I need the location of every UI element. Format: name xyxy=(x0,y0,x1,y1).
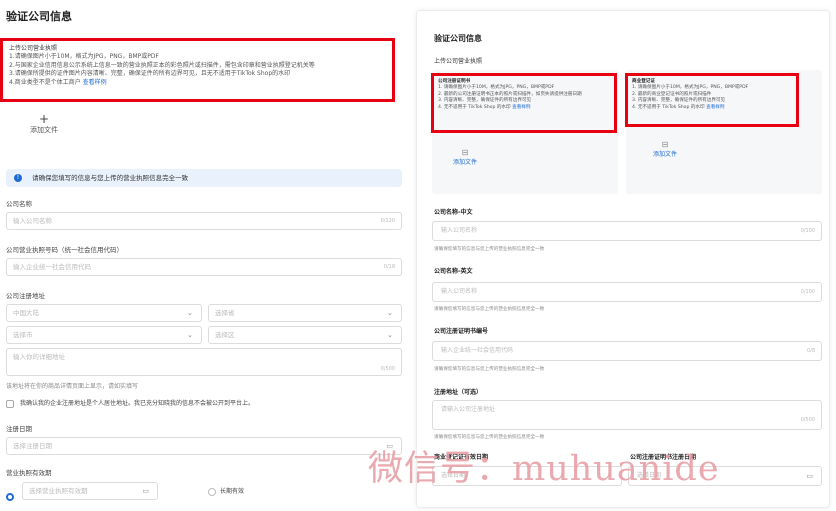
chevron-down-icon: ⌄ xyxy=(387,309,393,317)
add-file-label: 添加文件 xyxy=(452,159,477,166)
country-select[interactable]: 中国大陆 ⌄ xyxy=(6,304,202,322)
company-cert-requirements-highlight: 公司注册证明书 1. 请确保图片小于10M，格式为JPG，PNG，BMP或PDF… xyxy=(431,73,617,133)
city-select[interactable]: 选择市 ⌄ xyxy=(6,326,202,344)
business-reg-requirements-highlight: 商业登记证 1. 请确保图片小于10M，格式为JPG，PNG，BMP或PDF 2… xyxy=(625,73,799,127)
license-requirements-highlight: 上传公司营业执照 1.请确保图片小于10M，格式为JPG，PNG，BMP或PDF… xyxy=(0,38,395,102)
name-cn-input[interactable]: 输入公司名称 0/100 xyxy=(432,221,822,241)
name-cn-hint: 请确保您填写的信息与您上传的营业执照信息完全一致 xyxy=(434,247,545,252)
province-placeholder: 选择省 xyxy=(215,309,235,317)
residential-confirm-row[interactable]: 我确认我的企业注册地址是个人居住地址。我已充分知晓我的信息不会被公开到平台上。 xyxy=(6,398,254,408)
requirement-line: 4.商业类型不是个体工商户 xyxy=(9,78,81,86)
char-counter: 0/500 xyxy=(800,417,815,423)
image-icon: ⊟ xyxy=(661,140,669,149)
requirement-line: 4. 无不适用于 TikTok Shop 的水印 xyxy=(632,104,705,110)
page-title: 验证公司信息 xyxy=(6,10,72,23)
company-name-input[interactable]: 输入公司名称 0/120 xyxy=(6,212,402,230)
confirm-text: 我确认我的企业注册地址是个人居住地址。我已充分知晓我的信息不会被公开到平台上。 xyxy=(20,400,255,407)
add-file-label: 添加文件 xyxy=(30,126,58,134)
district-select[interactable]: 选择区 ⌄ xyxy=(208,326,402,344)
country-value: 中国大陆 xyxy=(13,309,39,317)
reg-no-input[interactable]: 输入企业统一社会信用代码 0/8 xyxy=(432,341,822,361)
char-counter: 0/8 xyxy=(806,348,815,354)
notice-text: 请确保您填写的信息与您上传的营业执照信息完全一致 xyxy=(32,174,189,182)
address-input[interactable]: 请输入公司注册地址 0/500 xyxy=(432,400,822,430)
name-en-hint: 请确保您填写的信息与您上传的营业执照信息完全一致 xyxy=(434,307,545,312)
reg-no-placeholder: 输入企业统一社会信用代码 xyxy=(441,347,514,354)
validity-date-radio[interactable] xyxy=(6,486,14,505)
image-icon: ⊟ xyxy=(461,148,469,157)
plus-icon: + xyxy=(38,112,50,126)
name-cn-label: 公司名称-中文 xyxy=(434,209,473,216)
reg-date-label: 注册日期 xyxy=(6,425,32,433)
char-counter: 0/500 xyxy=(380,366,395,372)
address-hint: 该地址将在你的商品详情页面上显示，请如实填写 xyxy=(6,383,139,390)
confirm-checkbox[interactable] xyxy=(6,399,14,408)
name-en-label: 公司名称-英文 xyxy=(434,268,473,275)
radio-selected-icon xyxy=(6,492,14,501)
add-file-label: 添加文件 xyxy=(652,151,677,158)
long-term-option[interactable]: 长期有效 xyxy=(208,486,244,496)
chevron-down-icon: ⌄ xyxy=(187,309,193,317)
company-cert-upload-button[interactable]: ⊟ 添加文件 xyxy=(440,148,490,166)
name-en-input[interactable]: 输入公司名称 0/100 xyxy=(432,282,822,302)
info-icon: ! xyxy=(14,174,22,182)
char-counter: 0/100 xyxy=(800,228,815,234)
chevron-down-icon: ⌄ xyxy=(387,331,393,339)
panel-title: 验证公司信息 xyxy=(434,34,482,43)
credit-code-placeholder: 输入企业统一社会信用代码 xyxy=(13,263,91,271)
calendar-icon: ▭ xyxy=(142,487,149,495)
calendar-icon: ▭ xyxy=(806,472,813,480)
char-counter: 0/100 xyxy=(800,289,815,295)
address-label: 注册地址（可选） xyxy=(434,389,483,396)
watermark-text: 微信号：muhuanide xyxy=(368,449,720,489)
credit-code-label: 公司营业执照号码（统一社会信用代码） xyxy=(6,246,123,254)
address-label: 公司注册地址 xyxy=(6,292,45,300)
view-sample-link[interactable]: 查看样例 xyxy=(706,105,724,110)
view-sample-link[interactable]: 查看样例 xyxy=(512,105,530,110)
chevron-down-icon: ⌄ xyxy=(187,331,193,339)
validity-label: 营业执照有效期 xyxy=(6,469,52,477)
name-cn-placeholder: 输入公司名称 xyxy=(441,227,478,234)
company-name-placeholder: 输入公司名称 xyxy=(13,217,52,225)
company-name-label: 公司名称 xyxy=(6,200,32,208)
requirement-line: 4. 无不适用于 TikTok Shop 的水印 xyxy=(438,104,511,110)
add-file-button[interactable]: + 添加文件 xyxy=(14,113,74,153)
char-counter: 0/18 xyxy=(383,264,395,270)
char-counter: 0/120 xyxy=(380,218,395,224)
long-term-label: 长期有效 xyxy=(220,488,245,495)
view-sample-link[interactable]: 查看样例 xyxy=(83,79,107,86)
validity-date-picker[interactable]: 选择营业执照有效期 ▭ xyxy=(22,482,158,500)
requirement-line: 2.与国家企业信用信息公示系统上信息一致的营业执照正本的彩色照片或扫描件，需包含… xyxy=(9,61,315,69)
city-placeholder: 选择市 xyxy=(13,331,33,339)
business-reg-upload-button[interactable]: ⊟ 添加文件 xyxy=(640,140,690,158)
credit-code-input[interactable]: 输入企业统一社会信用代码 0/18 xyxy=(6,258,402,276)
info-notice: ! 请确保您填写的信息与您上传的营业执照信息完全一致 xyxy=(6,169,402,187)
name-en-placeholder: 输入公司名称 xyxy=(441,288,478,295)
district-placeholder: 选择区 xyxy=(215,331,235,339)
requirement-line: 3.请确保所提供的证件图片内容清晰、完整，确保证件的所有边界可见，且无不适用于T… xyxy=(9,70,291,78)
address-placeholder: 请输入公司注册地址 xyxy=(441,406,496,413)
radio-unselected-icon xyxy=(208,487,216,496)
reg-no-label: 公司注册证明书编号 xyxy=(434,328,489,335)
panel-subtitle: 上传公司营业执照 xyxy=(434,58,483,65)
requirement-line: 1.请确保图片小于10M，格式为JPG，PNG，BMP或PDF xyxy=(9,53,159,61)
reg-date-placeholder: 选择注册日期 xyxy=(13,442,52,450)
province-select[interactable]: 选择省 ⌄ xyxy=(208,304,402,322)
address-detail-input[interactable]: 输入你的详细地址 0/500 xyxy=(6,348,402,376)
reg-no-hint: 请确保您填写的信息与您上传的营业执照信息完全一致 xyxy=(434,367,545,372)
validity-placeholder: 选择营业执照有效期 xyxy=(29,487,88,495)
address-detail-placeholder: 输入你的详细地址 xyxy=(13,353,65,361)
reg-date-picker[interactable]: 选择注册日期 ▭ xyxy=(6,437,402,455)
